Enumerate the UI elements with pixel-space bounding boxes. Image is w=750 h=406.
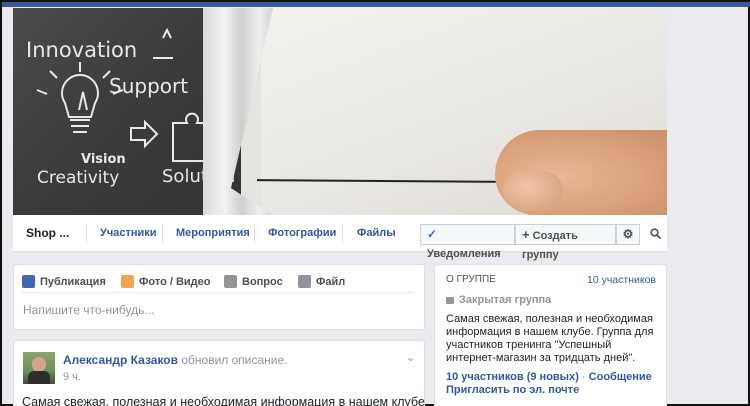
tab-events[interactable]: Мероприятия bbox=[176, 215, 250, 252]
tab-photo-video[interactable]: Фото / Видео bbox=[121, 273, 211, 291]
tab-files[interactable]: Файлы bbox=[357, 215, 396, 252]
avatar-face bbox=[32, 357, 46, 372]
composer-divider bbox=[22, 292, 414, 293]
post-card: Александр Казаков обновил описание. 9 ч.… bbox=[13, 340, 429, 406]
notifications-label: Уведомления bbox=[427, 248, 501, 260]
composer-card: Публикация Фото / Видео Вопрос Файл Напи… bbox=[13, 264, 425, 330]
tab-question-label: Вопрос bbox=[242, 276, 283, 288]
about-heading: О ГРУППЕ bbox=[446, 274, 496, 285]
check-icon: ✓ bbox=[427, 227, 438, 241]
privacy-row: Закрытая группа bbox=[446, 294, 551, 306]
post-action: обновил описание. bbox=[181, 353, 288, 367]
nav-divider bbox=[254, 224, 255, 243]
plus-icon: + bbox=[522, 227, 530, 242]
pencil-icon bbox=[22, 275, 35, 288]
top-bar bbox=[2, 2, 750, 7]
post-header: Александр Казаков обновил описание. bbox=[63, 353, 288, 367]
group-name[interactable]: Shop ... bbox=[26, 215, 69, 252]
nav-divider bbox=[86, 224, 87, 243]
post-timestamp[interactable]: 9 ч. bbox=[63, 371, 81, 383]
finger-image bbox=[503, 171, 563, 211]
nav-divider bbox=[342, 224, 343, 243]
group-links: 10 участников (9 новых) · Сообщение bbox=[446, 371, 652, 383]
settings-gear-icon[interactable]: ⚙ bbox=[616, 224, 640, 245]
group-nav-bar: Shop ... Участники Мероприятия Фотографи… bbox=[13, 215, 667, 261]
invite-email-link[interactable]: Пригласить по эл. почте bbox=[446, 384, 579, 396]
lock-icon bbox=[446, 297, 454, 304]
chalk-word: Vision bbox=[81, 152, 126, 167]
question-icon bbox=[224, 275, 237, 288]
right-rail bbox=[668, 7, 748, 404]
tab-file[interactable]: Файл bbox=[298, 273, 345, 291]
chalk-word: Support bbox=[109, 74, 189, 98]
post-author-link[interactable]: Александр Казаков bbox=[63, 353, 178, 367]
avatar[interactable] bbox=[23, 352, 55, 384]
chevron-down-icon[interactable]: ⌄ bbox=[406, 351, 415, 364]
cover-photo[interactable]: Innovation Support Vision Creativity Sol… bbox=[13, 8, 667, 215]
post-body: Самая свежая, полезная и необходимая инф… bbox=[22, 395, 429, 406]
create-group-button[interactable]: + Создать группу bbox=[515, 224, 616, 261]
tab-photos[interactable]: Фотографии bbox=[268, 215, 336, 252]
privacy-label: Закрытая группа bbox=[459, 294, 552, 306]
new-members-link[interactable]: 10 участников (9 новых) bbox=[446, 371, 579, 383]
create-group-label: Создать группу bbox=[522, 230, 578, 261]
avatar-body bbox=[28, 371, 50, 384]
tab-question[interactable]: Вопрос bbox=[224, 273, 283, 291]
tab-file-label: Файл bbox=[316, 276, 346, 288]
invite-row: Пригласить по эл. почте bbox=[446, 384, 579, 396]
search-icon[interactable] bbox=[650, 228, 661, 239]
tab-members[interactable]: Участники bbox=[100, 215, 157, 252]
file-icon bbox=[298, 275, 311, 288]
nav-divider bbox=[162, 224, 163, 243]
chalk-word: Innovation bbox=[26, 38, 138, 62]
tab-photo-video-label: Фото / Видео bbox=[139, 276, 211, 288]
link-separator: · bbox=[581, 371, 586, 383]
group-description: Самая свежая, полезная и необходимая инф… bbox=[446, 313, 654, 364]
tab-post-label: Публикация bbox=[40, 276, 106, 288]
members-count-link[interactable]: 10 участников bbox=[587, 274, 656, 286]
notifications-button[interactable]: ✓ Уведомления bbox=[420, 224, 515, 260]
message-link[interactable]: Сообщение bbox=[589, 371, 652, 383]
camera-icon bbox=[121, 275, 134, 288]
tab-post[interactable]: Публикация bbox=[22, 273, 106, 291]
composer-input[interactable]: Напишите что-нибудь... bbox=[23, 303, 154, 317]
about-group-card: О ГРУППЕ 10 участников Закрытая группа С… bbox=[434, 264, 667, 406]
chalk-word: Creativity bbox=[37, 168, 120, 188]
